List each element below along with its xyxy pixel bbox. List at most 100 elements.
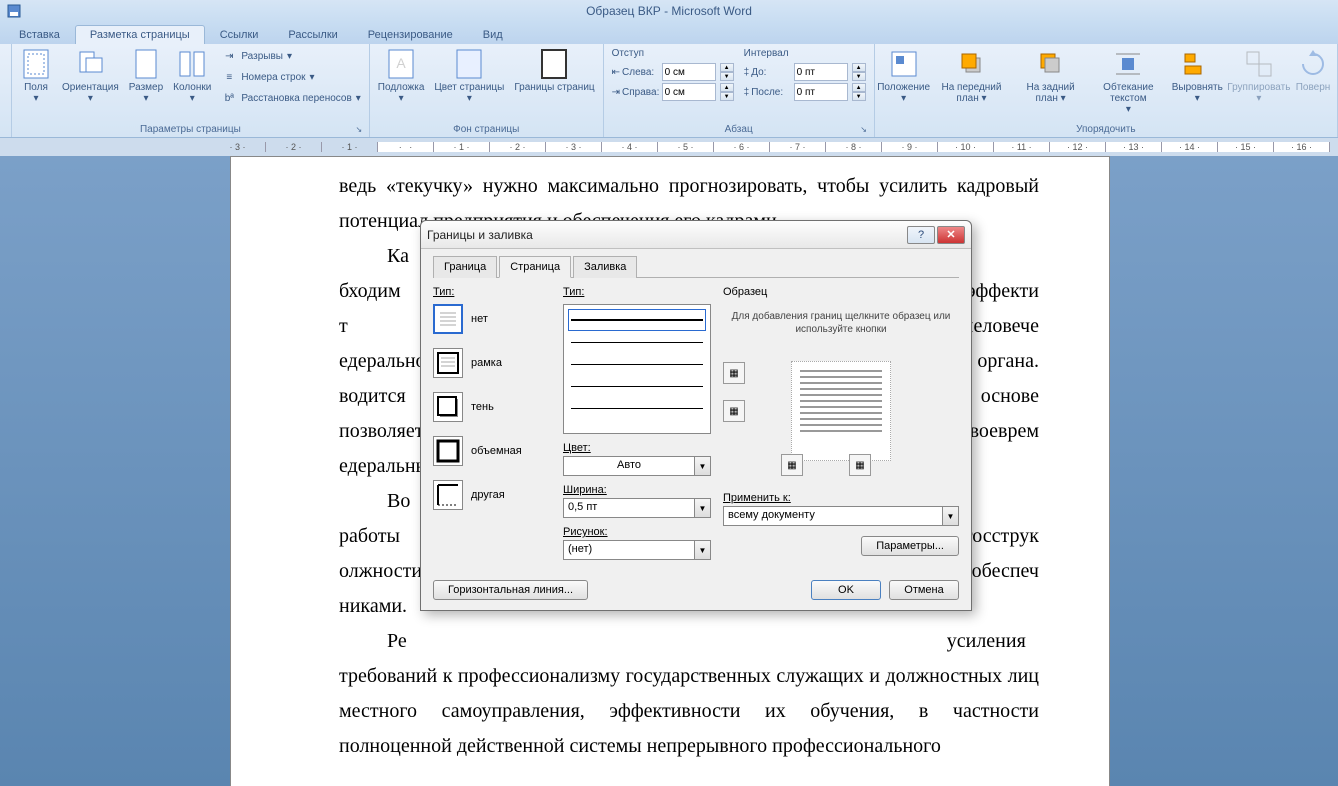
- spacing-before-down[interactable]: ▼: [852, 72, 866, 81]
- columns-button[interactable]: Колонки▾: [169, 46, 215, 106]
- dialog-help-button[interactable]: ?: [907, 226, 935, 244]
- line-style-dotted[interactable]: [568, 331, 706, 353]
- spacing-after-icon: ‡: [744, 87, 750, 98]
- arrange-group-label: Упорядочить: [879, 122, 1333, 137]
- align-button[interactable]: Выровнять ▾: [1170, 46, 1225, 106]
- width-label: Ширина:: [563, 484, 711, 496]
- tab-view[interactable]: Вид: [468, 25, 518, 44]
- ribbon-group-arrange: Положение▾ На передний план ▾ На задний …: [875, 44, 1338, 137]
- page-borders-icon: [538, 48, 570, 80]
- breaks-button[interactable]: ⇥Разрывы ▾: [217, 46, 364, 66]
- orientation-icon: [74, 48, 106, 80]
- color-label: Цвет:: [563, 442, 711, 454]
- line-style-dashdot[interactable]: [568, 397, 706, 419]
- paragraph-launcher-icon[interactable]: ↘: [858, 123, 870, 135]
- align-icon: [1181, 48, 1213, 80]
- indent-left-input[interactable]: [662, 63, 716, 81]
- preview-left-border-button[interactable]: ▦: [781, 454, 803, 476]
- dialog-close-button[interactable]: ✕: [937, 226, 965, 244]
- ribbon-group-themes-partial: [0, 44, 12, 137]
- preview-right-border-button[interactable]: ▦: [849, 454, 871, 476]
- preview-bottom-border-button[interactable]: ▦: [723, 400, 745, 422]
- text-wrap-button[interactable]: Обтекание текстом▾: [1089, 46, 1168, 117]
- bring-front-button[interactable]: На передний план ▾: [931, 46, 1013, 106]
- line-style-list[interactable]: [563, 304, 711, 434]
- spacing-before-up[interactable]: ▲: [852, 63, 866, 72]
- paragraph-group-label: Абзац: [608, 122, 870, 137]
- setting-box[interactable]: рамка: [433, 348, 551, 378]
- setting-custom[interactable]: другая: [433, 480, 551, 510]
- dialog-tab-border[interactable]: Граница: [433, 256, 497, 278]
- line-style-dashed2[interactable]: [568, 375, 706, 397]
- preview-page[interactable]: [791, 361, 891, 461]
- spacing-after-down[interactable]: ▼: [852, 92, 866, 101]
- size-button[interactable]: Размер▾: [125, 46, 167, 106]
- spacing-after-input[interactable]: [794, 83, 848, 101]
- tab-page-layout[interactable]: Разметка страницы: [75, 25, 205, 44]
- line-numbers-button[interactable]: ≡Номера строк ▾: [217, 67, 364, 87]
- ok-button[interactable]: OK: [811, 580, 881, 600]
- spacing-after-label: ‡После:: [744, 87, 790, 98]
- page-color-icon: [453, 48, 485, 80]
- preview-top-border-button[interactable]: ▦: [723, 362, 745, 384]
- options-button[interactable]: Параметры...: [861, 536, 959, 556]
- line-style-dashed[interactable]: [568, 353, 706, 375]
- margins-button[interactable]: Поля▾: [16, 46, 56, 106]
- tab-review[interactable]: Рецензирование: [353, 25, 468, 44]
- spacing-before-label: ‡До:: [744, 67, 790, 78]
- indent-left-down[interactable]: ▼: [720, 72, 734, 81]
- tab-insert[interactable]: Вставка: [4, 25, 75, 44]
- window-title: Образец ВКР - Microsoft Word: [586, 4, 752, 18]
- indent-right-input[interactable]: [662, 83, 716, 101]
- line-style-solid[interactable]: [568, 309, 706, 331]
- send-back-button[interactable]: На задний план ▾: [1014, 46, 1086, 106]
- horizontal-ruler[interactable]: · 3 ·· 2 ·· 1 · · · · 1 ·· 2 · · 3 ·· 4 …: [0, 138, 1338, 156]
- width-combo-arrow[interactable]: ▼: [694, 499, 710, 517]
- window-titlebar: Образец ВКР - Microsoft Word: [0, 0, 1338, 22]
- art-label: Рисунок:: [563, 526, 711, 538]
- save-icon[interactable]: [4, 2, 24, 20]
- hyphenation-button[interactable]: bªРасстановка переносов ▾: [217, 88, 364, 108]
- tab-references[interactable]: Ссылки: [205, 25, 274, 44]
- dialog-tab-shading[interactable]: Заливка: [573, 256, 637, 278]
- cancel-button[interactable]: Отмена: [889, 580, 959, 600]
- indent-right-label: ⇥Справа:: [612, 87, 658, 98]
- art-combo-arrow[interactable]: ▼: [694, 541, 710, 559]
- spacing-before-input[interactable]: [794, 63, 848, 81]
- setting-none[interactable]: нет: [433, 304, 551, 334]
- setting-none-icon: [433, 304, 463, 334]
- color-combo[interactable]: Авто ▼: [563, 456, 711, 476]
- width-combo[interactable]: 0,5 пт ▼: [563, 498, 711, 518]
- dialog-tab-page[interactable]: Страница: [499, 256, 571, 278]
- setting-3d[interactable]: объемная: [433, 436, 551, 466]
- tab-mailings[interactable]: Рассылки: [273, 25, 352, 44]
- apply-combo[interactable]: всему документу ▼: [723, 506, 959, 526]
- rotate-icon: [1297, 48, 1329, 80]
- position-icon: [888, 48, 920, 80]
- preview-box: ▦ ▦ ▦ ▦: [723, 346, 959, 476]
- page-color-button[interactable]: Цвет страницы▾: [430, 46, 508, 106]
- group-icon: [1243, 48, 1275, 80]
- dialog-titlebar[interactable]: Границы и заливка ? ✕: [421, 221, 971, 249]
- indent-right-down[interactable]: ▼: [720, 92, 734, 101]
- watermark-button[interactable]: A Подложка▾: [374, 46, 429, 106]
- rotate-button: Поверн: [1293, 46, 1333, 95]
- hyphenation-icon: bª: [221, 90, 237, 106]
- color-combo-arrow[interactable]: ▼: [694, 457, 710, 475]
- page-setup-launcher-icon[interactable]: ↘: [353, 123, 365, 135]
- indent-right-icon: ⇥: [612, 87, 620, 98]
- ribbon-group-page-bg: A Подложка▾ Цвет страницы▾ Границы стран…: [370, 44, 604, 137]
- indent-right-up[interactable]: ▲: [720, 83, 734, 92]
- spacing-after-up[interactable]: ▲: [852, 83, 866, 92]
- orientation-button[interactable]: Ориентация▾: [58, 46, 123, 106]
- art-combo[interactable]: (нет) ▼: [563, 540, 711, 560]
- apply-combo-arrow[interactable]: ▼: [942, 507, 958, 525]
- setting-shadow[interactable]: тень: [433, 392, 551, 422]
- position-button[interactable]: Положение▾: [879, 46, 929, 106]
- horizontal-line-button[interactable]: Горизонтальная линия...: [433, 580, 588, 600]
- setting-3d-icon: [433, 436, 463, 466]
- style-label: Тип:: [563, 286, 711, 298]
- preview-hint: Для добавления границ щелкните образец и…: [723, 310, 959, 336]
- page-borders-button[interactable]: Границы страниц: [510, 46, 598, 95]
- indent-left-up[interactable]: ▲: [720, 63, 734, 72]
